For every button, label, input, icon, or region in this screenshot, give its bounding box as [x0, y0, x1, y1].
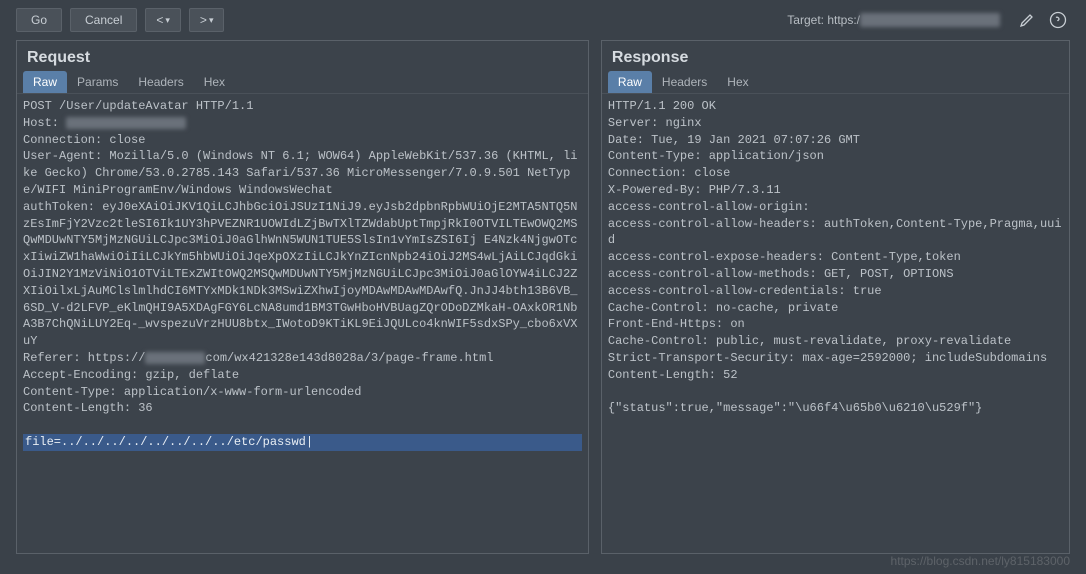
tab-hex[interactable]: Hex: [194, 71, 235, 93]
tab-headers[interactable]: Headers: [652, 71, 717, 93]
request-title: Request: [17, 41, 588, 71]
help-button[interactable]: [1046, 8, 1070, 32]
response-tabs: Raw Headers Hex: [602, 71, 1069, 94]
pencil-icon: [1019, 12, 1035, 28]
request-tabs: Raw Params Headers Hex: [17, 71, 588, 94]
cancel-button[interactable]: Cancel: [70, 8, 137, 32]
response-panel: Response Raw Headers Hex HTTP/1.1 200 OK…: [601, 40, 1070, 554]
referer-host-redacted: [145, 352, 205, 364]
dropdown-caret-icon: ▾: [165, 15, 170, 26]
chevron-left-icon: <: [156, 13, 163, 27]
request-raw-editor[interactable]: POST /User/updateAvatar HTTP/1.1 Host: C…: [17, 94, 588, 553]
help-icon: [1049, 11, 1067, 29]
chevron-right-icon: >: [200, 13, 207, 27]
target-label: Target: https:/: [787, 13, 1000, 28]
tab-headers[interactable]: Headers: [128, 71, 193, 93]
go-button[interactable]: Go: [16, 8, 62, 32]
tab-raw[interactable]: Raw: [608, 71, 652, 93]
panels: Request Raw Params Headers Hex POST /Use…: [0, 40, 1086, 570]
dropdown-caret-icon: ▾: [209, 15, 214, 26]
toolbar: Go Cancel < ▾ > ▾ Target: https:/: [0, 0, 1086, 40]
tab-hex[interactable]: Hex: [717, 71, 758, 93]
next-button[interactable]: > ▾: [189, 8, 225, 32]
prev-button[interactable]: < ▾: [145, 8, 181, 32]
host-redacted: [66, 117, 186, 129]
tab-params[interactable]: Params: [67, 71, 128, 93]
tab-raw[interactable]: Raw: [23, 71, 67, 93]
edit-target-button[interactable]: [1016, 9, 1038, 31]
request-panel: Request Raw Params Headers Hex POST /Use…: [16, 40, 589, 554]
response-title: Response: [602, 41, 1069, 71]
target-host-redacted: [860, 13, 1000, 27]
response-raw-viewer[interactable]: HTTP/1.1 200 OK Server: nginx Date: Tue,…: [602, 94, 1069, 553]
request-body-highlight[interactable]: file=../../../../../../../../etc/passwd|: [23, 434, 582, 451]
